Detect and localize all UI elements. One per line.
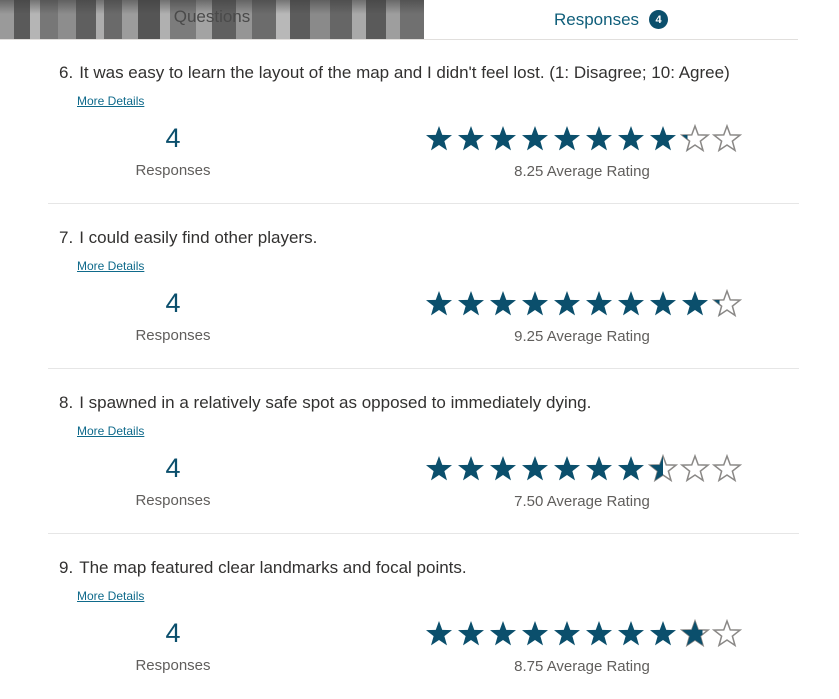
star-rating — [424, 289, 744, 321]
star-filled-icon — [520, 289, 552, 321]
star-empty-icon — [680, 454, 712, 486]
question-number: 6. — [59, 63, 74, 82]
star-partial-icon — [680, 619, 712, 651]
more-details-link[interactable]: More Details — [77, 424, 144, 438]
star-filled-icon — [488, 124, 520, 156]
question-block: 9. The map featured clear landmarks and f… — [0, 534, 839, 699]
star-filled-icon — [648, 289, 680, 321]
star-filled-icon — [456, 454, 488, 486]
responses-count: 4 — [165, 123, 181, 153]
more-details-link[interactable]: More Details — [77, 94, 144, 108]
more-details-link[interactable]: More Details — [77, 589, 144, 603]
responses-count: 4 — [165, 453, 181, 483]
star-filled-icon — [552, 124, 584, 156]
question-number: 8. — [59, 393, 74, 412]
star-filled-icon — [552, 619, 584, 651]
star-filled-icon — [520, 454, 552, 486]
star-empty-icon — [712, 454, 744, 486]
question-number: 7. — [59, 228, 74, 247]
average-rating-label: 8.75 Average Rating — [514, 658, 650, 675]
star-filled-icon — [552, 454, 584, 486]
question-title: 6. It was easy to learn the layout of the… — [59, 63, 730, 83]
responses-count-badge: 4 — [649, 10, 669, 29]
star-filled-icon — [648, 619, 680, 651]
tab-responses[interactable]: Responses 4 — [424, 0, 798, 39]
star-filled-icon — [584, 619, 616, 651]
star-filled-icon — [488, 619, 520, 651]
star-filled-icon — [584, 289, 616, 321]
responses-label: Responses — [135, 657, 211, 674]
star-filled-icon — [616, 454, 648, 486]
star-filled-icon — [424, 124, 456, 156]
star-rating — [424, 454, 744, 486]
star-filled-icon — [680, 289, 712, 321]
average-rating-label: 9.25 Average Rating — [514, 328, 650, 345]
star-filled-icon — [648, 124, 680, 156]
question-text: I could easily find other players. — [79, 228, 318, 247]
star-filled-icon — [520, 124, 552, 156]
responses-label: Responses — [135, 492, 211, 509]
responses-count: 4 — [165, 618, 181, 648]
question-text: I spawned in a relatively safe spot as o… — [79, 393, 592, 412]
average-rating-label: 7.50 Average Rating — [514, 493, 650, 510]
responses-label: Responses — [135, 162, 211, 179]
star-filled-icon — [552, 289, 584, 321]
average-rating-label: 8.25 Average Rating — [514, 163, 650, 180]
star-partial-icon — [648, 454, 680, 486]
question-block: 6. It was easy to learn the layout of the… — [0, 39, 839, 204]
star-filled-icon — [584, 454, 616, 486]
star-filled-icon — [488, 454, 520, 486]
star-empty-icon — [712, 619, 744, 651]
star-rating — [424, 619, 744, 651]
responses-label: Responses — [135, 327, 211, 344]
star-rating — [424, 124, 744, 156]
star-filled-icon — [456, 124, 488, 156]
question-text: The map featured clear landmarks and foc… — [79, 558, 467, 577]
responses-count: 4 — [165, 288, 181, 318]
star-partial-icon — [712, 289, 744, 321]
star-filled-icon — [520, 619, 552, 651]
tab-bar: Questions Responses 4 — [0, 0, 798, 40]
star-filled-icon — [616, 619, 648, 651]
question-block: 8. I spawned in a relatively safe spot as… — [0, 369, 839, 534]
tab-questions[interactable]: Questions — [0, 0, 424, 39]
star-filled-icon — [424, 454, 456, 486]
star-partial-icon — [680, 124, 712, 156]
star-filled-icon — [616, 124, 648, 156]
star-filled-icon — [616, 289, 648, 321]
star-filled-icon — [584, 124, 616, 156]
question-title: 7. I could easily find other players. — [59, 228, 317, 248]
question-title: 9. The map featured clear landmarks and f… — [59, 558, 467, 578]
question-block: 7. I could easily find other players. Mor… — [0, 204, 839, 369]
more-details-link[interactable]: More Details — [77, 259, 144, 273]
star-filled-icon — [424, 619, 456, 651]
question-title: 8. I spawned in a relatively safe spot as… — [59, 393, 591, 413]
tab-responses-label: Responses — [553, 9, 640, 29]
star-filled-icon — [424, 289, 456, 321]
star-empty-icon — [712, 124, 744, 156]
star-filled-icon — [456, 619, 488, 651]
tab-questions-label: Questions — [173, 7, 251, 26]
question-text: It was easy to learn the layout of the m… — [79, 63, 730, 82]
star-filled-icon — [456, 289, 488, 321]
question-number: 9. — [59, 558, 74, 577]
star-filled-icon — [488, 289, 520, 321]
